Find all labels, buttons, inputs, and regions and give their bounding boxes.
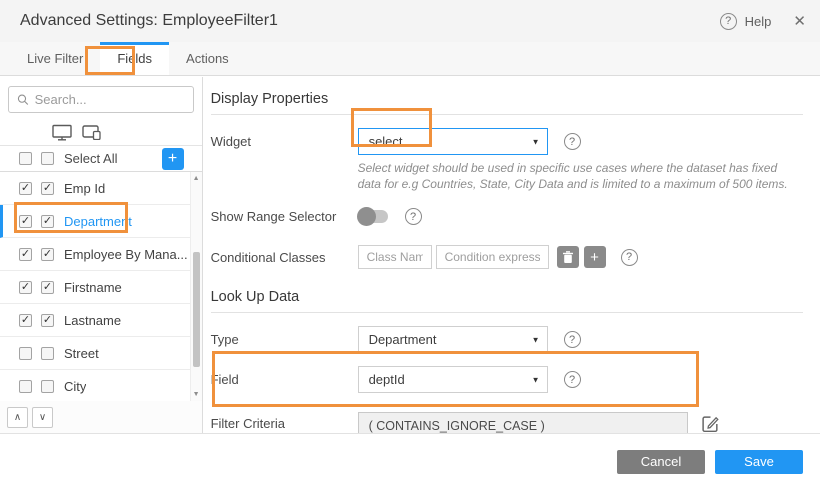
close-icon[interactable]: ✕: [793, 12, 806, 30]
show-range-help-icon[interactable]: ?: [405, 208, 422, 225]
settings-panel: Display Properties Widget select ▼ ? Sel…: [203, 77, 820, 433]
type-select[interactable]: Department ▼: [358, 326, 548, 353]
dialog-title: Advanced Settings: EmployeeFilter1: [20, 12, 720, 30]
advanced-settings-dialog: Advanced Settings: EmployeeFilter1 ? Hel…: [0, 0, 820, 489]
edit-filter-criteria-button[interactable]: [701, 414, 720, 433]
field-row-city[interactable]: City: [0, 370, 202, 401]
web-checkbox[interactable]: ✓: [19, 215, 32, 228]
show-range-selector-label: Show Range Selector: [211, 209, 358, 224]
fields-sidebar: Select All + ✓ ✓ Emp Id ✓ ✓ Department ✓…: [0, 77, 203, 433]
mobile-checkbox[interactable]: ✓: [41, 182, 54, 195]
field-row-lastname[interactable]: ✓ ✓ Lastname: [0, 304, 202, 337]
mobile-checkbox[interactable]: [41, 380, 54, 393]
widget-help-note: Select widget should be used in specific…: [358, 160, 803, 192]
add-field-button[interactable]: +: [162, 148, 184, 170]
select-all-label: Select All: [64, 151, 117, 166]
display-properties-heading: Display Properties: [211, 91, 803, 115]
select-all-row: Select All +: [0, 145, 202, 172]
tab-fields[interactable]: Fields: [100, 42, 169, 75]
edit-pencil-icon: [701, 414, 720, 433]
field-order-controls: ∧ ∨: [0, 401, 202, 433]
tab-live-filter[interactable]: Live Filter: [10, 42, 100, 75]
widget-help-icon[interactable]: ?: [564, 133, 581, 150]
field-row-emp-id[interactable]: ✓ ✓ Emp Id: [0, 172, 202, 205]
web-checkbox[interactable]: ✓: [19, 314, 32, 327]
add-condition-button[interactable]: +: [584, 246, 606, 268]
field-row-firstname[interactable]: ✓ ✓ Firstname: [0, 271, 202, 304]
look-up-data-heading: Look Up Data: [211, 289, 803, 313]
tab-bar: Live Filter Fields Actions: [0, 42, 820, 76]
scrollbar-thumb[interactable]: [193, 252, 200, 367]
conditional-classes-label: Conditional Classes: [211, 250, 358, 265]
mobile-checkbox[interactable]: ✓: [41, 248, 54, 261]
mobile-checkbox[interactable]: [41, 347, 54, 360]
condition-expression-input[interactable]: [436, 245, 549, 269]
delete-condition-button[interactable]: [557, 246, 579, 268]
mobile-checkbox[interactable]: ✓: [41, 215, 54, 228]
move-down-button[interactable]: ∨: [32, 407, 53, 428]
chevron-down-icon: ▼: [532, 375, 540, 384]
web-checkbox[interactable]: ✓: [19, 182, 32, 195]
dialog-footer: Cancel Save: [0, 433, 820, 489]
mobile-checkbox[interactable]: ✓: [41, 314, 54, 327]
search-box[interactable]: [8, 86, 194, 113]
web-checkbox[interactable]: [19, 347, 32, 360]
dialog-header: Advanced Settings: EmployeeFilter1 ? Hel…: [0, 0, 820, 42]
show-range-selector-toggle[interactable]: [358, 210, 388, 223]
cancel-button[interactable]: Cancel: [617, 450, 705, 474]
chevron-down-icon: ▼: [532, 335, 540, 344]
active-tab-indicator: [100, 42, 169, 45]
web-checkbox[interactable]: ✓: [19, 248, 32, 261]
type-help-icon[interactable]: ?: [564, 331, 581, 348]
field-list: ✓ ✓ Emp Id ✓ ✓ Department ✓ ✓ Employee B…: [0, 172, 202, 401]
filter-criteria-label: Filter Criteria: [211, 412, 358, 431]
trash-icon: [562, 251, 574, 264]
field-help-icon[interactable]: ?: [564, 371, 581, 388]
move-up-button[interactable]: ∧: [7, 407, 28, 428]
select-all-mobile-checkbox[interactable]: [41, 152, 54, 165]
scroll-up-icon[interactable]: ▲: [191, 175, 202, 182]
tab-actions[interactable]: Actions: [169, 42, 246, 75]
class-name-input[interactable]: [358, 245, 432, 269]
field-label: Field: [211, 372, 358, 387]
field-row-street[interactable]: Street: [0, 337, 202, 370]
widget-select[interactable]: select ▼: [358, 128, 548, 155]
field-row-department[interactable]: ✓ ✓ Department: [0, 205, 202, 238]
chevron-down-icon: ▼: [532, 137, 540, 146]
sidebar-scrollbar[interactable]: ▲ ▼: [190, 172, 202, 401]
widget-label: Widget: [211, 134, 358, 149]
device-columns-header: [0, 119, 202, 145]
toggle-knob: [357, 207, 376, 226]
search-icon: [17, 93, 29, 106]
help-icon[interactable]: ?: [720, 13, 737, 30]
web-checkbox[interactable]: ✓: [19, 281, 32, 294]
save-button[interactable]: Save: [715, 450, 803, 474]
web-device-icon: [52, 124, 73, 141]
select-all-web-checkbox[interactable]: [19, 152, 32, 165]
type-label: Type: [211, 332, 358, 347]
help-link[interactable]: Help: [745, 14, 772, 29]
search-input[interactable]: [35, 92, 185, 107]
web-checkbox[interactable]: [19, 380, 32, 393]
scroll-down-icon[interactable]: ▼: [191, 391, 202, 398]
field-select[interactable]: deptId ▼: [358, 366, 548, 393]
mobile-checkbox[interactable]: ✓: [41, 281, 54, 294]
conditional-classes-help-icon[interactable]: ?: [621, 249, 638, 266]
mobile-device-icon: [82, 124, 102, 140]
field-row-employee-by-manager[interactable]: ✓ ✓ Employee By Mana...: [0, 238, 202, 271]
